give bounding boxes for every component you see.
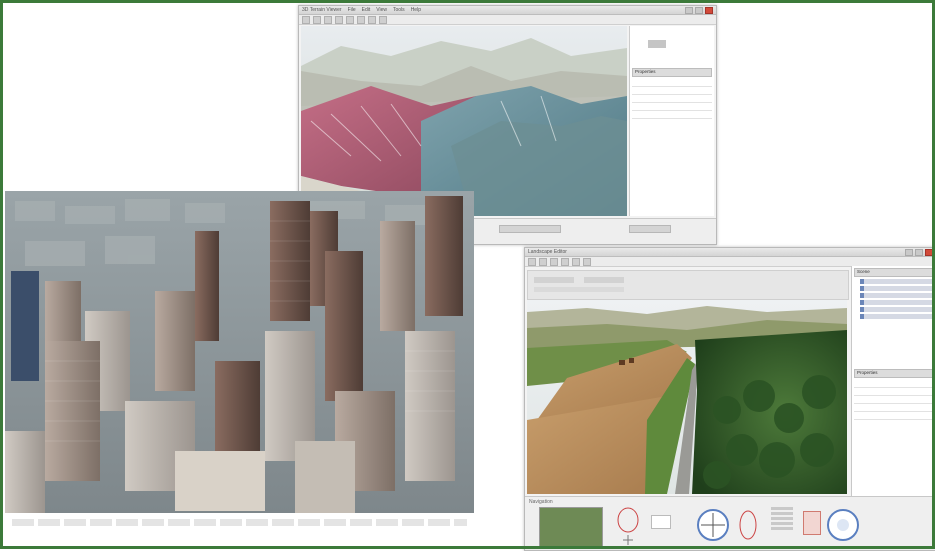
landscape-titlebar: Landscape Editor (525, 248, 935, 257)
property-row[interactable] (854, 380, 935, 388)
property-row[interactable] (632, 87, 712, 95)
landscape-side-panel: Scene Properties (851, 266, 935, 498)
menu-edit[interactable]: Edit (362, 7, 371, 13)
scene-tree-item[interactable] (860, 307, 934, 312)
window-minimize-icon[interactable] (905, 248, 913, 256)
tool-zoom-icon[interactable] (335, 15, 343, 24)
property-row[interactable] (854, 388, 935, 396)
tool-pan-icon[interactable] (313, 15, 321, 24)
compass-icon[interactable] (695, 507, 731, 543)
terrain-window-title: 3D Terrain Viewer (302, 7, 342, 13)
scene-tree-item[interactable] (860, 286, 934, 291)
property-row[interactable] (854, 404, 935, 412)
property-row[interactable] (854, 396, 935, 404)
scene-tree-item[interactable] (860, 293, 934, 298)
landscape-window-title: Landscape Editor (528, 249, 567, 255)
caption-strip (12, 519, 467, 526)
terrain-layer-preview (630, 26, 714, 66)
property-row[interactable] (632, 111, 712, 119)
scene-tree-item[interactable] (860, 279, 934, 284)
landscape-options-bar (527, 270, 849, 300)
window-maximize-icon[interactable] (915, 248, 923, 256)
tool-water-icon[interactable] (583, 257, 591, 266)
menu-help[interactable]: Help (411, 7, 421, 13)
layer-thumbnail[interactable] (648, 40, 666, 48)
property-row[interactable] (854, 412, 935, 420)
menu-view[interactable]: View (376, 7, 387, 13)
option-field[interactable] (534, 277, 574, 283)
zoom-slider[interactable] (803, 511, 821, 535)
tool-open-icon[interactable] (528, 257, 536, 266)
tool-rotate-icon[interactable] (324, 15, 332, 24)
landscape-window-controls (905, 248, 933, 256)
window-close-icon[interactable] (705, 6, 713, 14)
city-3d-viewport[interactable] (5, 191, 474, 513)
property-row[interactable] (632, 103, 712, 111)
window-close-icon[interactable] (925, 248, 933, 256)
heading-control-icon[interactable] (737, 507, 759, 543)
tool-render-icon[interactable] (368, 15, 376, 24)
window-maximize-icon[interactable] (695, 6, 703, 14)
tool-measure-icon[interactable] (346, 15, 354, 24)
tool-tree-icon[interactable] (561, 257, 569, 266)
landscape-scene-header: Scene (854, 268, 935, 277)
landscape-3d-viewport[interactable] (527, 300, 847, 494)
tool-select-icon[interactable] (302, 15, 310, 24)
scene-tree-item[interactable] (860, 300, 934, 305)
terrain-render (301, 26, 627, 216)
tool-save-icon[interactable] (539, 257, 547, 266)
pitch-control-icon[interactable] (613, 505, 643, 547)
terrain-side-panel: Properties (629, 26, 714, 216)
tool-layer-icon[interactable] (357, 15, 365, 24)
city-window (5, 191, 474, 513)
tool-terrain-icon[interactable] (550, 257, 558, 266)
tool-road-icon[interactable] (572, 257, 580, 266)
minimap-thumbnail[interactable] (539, 507, 603, 549)
landscape-window: Landscape Editor Scene Properties Naviga… (524, 247, 935, 551)
terrain-window-controls (685, 6, 713, 14)
value-field[interactable] (651, 515, 671, 529)
property-row[interactable] (632, 95, 712, 103)
menu-file[interactable]: File (348, 7, 356, 13)
terrain-toolbar (299, 15, 716, 25)
landscape-properties-header: Properties (854, 369, 935, 378)
terrain-side-header: Properties (632, 68, 712, 77)
tool-export-icon[interactable] (379, 15, 387, 24)
layer-toggle-list (771, 507, 793, 541)
terrain-3d-viewport[interactable] (301, 26, 627, 216)
landscape-navigation-panel: Navigation (525, 496, 935, 550)
terrain-bottom-field[interactable] (629, 225, 671, 233)
zoom-icon[interactable] (825, 507, 861, 543)
landscape-render (527, 300, 847, 494)
terrain-titlebar: 3D Terrain Viewer File Edit View Tools H… (299, 6, 716, 15)
terrain-bottom-field[interactable] (499, 225, 561, 233)
option-field[interactable] (584, 277, 624, 283)
property-row[interactable] (632, 79, 712, 87)
navigation-label: Navigation (529, 499, 553, 505)
option-field[interactable] (534, 287, 624, 292)
menu-tools[interactable]: Tools (393, 7, 405, 13)
window-minimize-icon[interactable] (685, 6, 693, 14)
